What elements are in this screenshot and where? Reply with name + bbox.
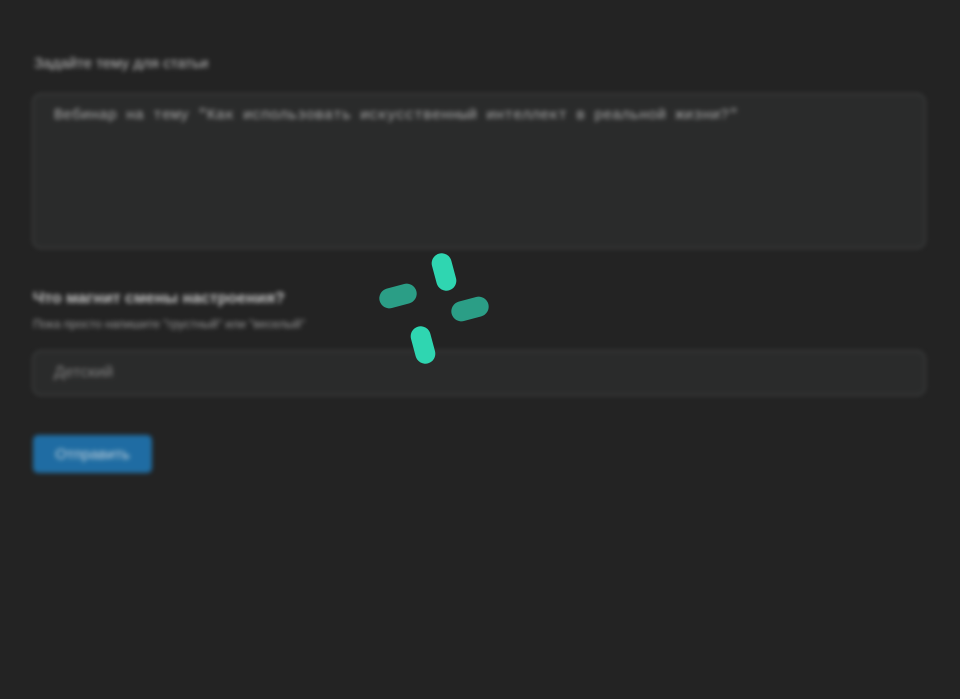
topic-textarea[interactable]: Вебинар на тему "Как использовать искусс… [32, 93, 926, 249]
mood-hint: Пока просто напишите "грустный" или "вес… [33, 317, 306, 331]
spinner-bar-right [451, 296, 489, 322]
loading-spinner-icon [379, 253, 489, 364]
submit-button[interactable]: Отправить [33, 435, 152, 473]
spinner-bar-left [379, 283, 417, 309]
mood-label: Что магнит смены настроения? [33, 290, 285, 307]
topic-label: Задайте тему для статьи [34, 55, 209, 72]
app-window: Задайте тему для статьи Вебинар на тему … [0, 0, 960, 699]
spinner-bar-top [431, 253, 457, 291]
spinner-bar-bottom [410, 326, 436, 364]
loading-spinner [370, 245, 500, 375]
